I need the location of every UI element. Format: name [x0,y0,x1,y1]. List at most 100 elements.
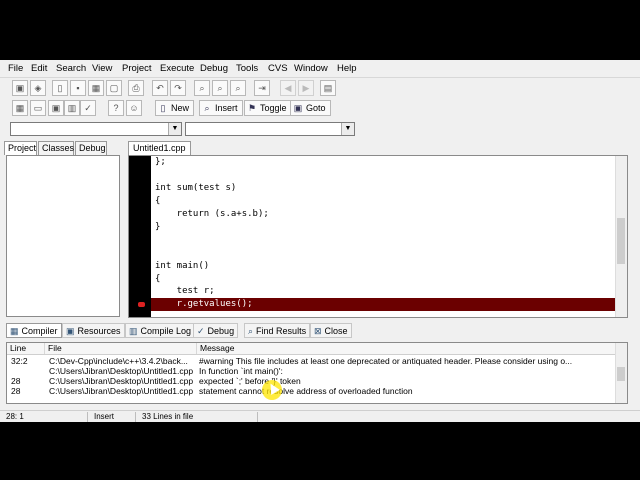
menu-search[interactable]: Search [56,63,86,74]
print-icon[interactable]: ⎙ [128,80,144,96]
tab-label: Close [324,326,348,336]
menu-help[interactable]: Help [337,63,357,74]
compiler-messages[interactable]: Line File Message 32:2 C:\Dev-Cpp\includ… [6,342,628,404]
goto-icon: ▣ [293,103,303,113]
tab-project[interactable]: Project [4,141,37,155]
toolbar-secondary: ▦ ▭ ▣ ▥ ✓ ? ☺ ▯ New ⌕ Insert ⚑ Toggle ▣ Goto [0,99,640,119]
save-icon[interactable]: ▪ [70,80,86,96]
help-icon[interactable]: ? [108,100,124,116]
close-button[interactable]: ⊠ Close [310,323,352,338]
menu-cvs[interactable]: CVS [268,63,288,74]
tab-compile-log[interactable]: ▥ Compile Log [125,323,196,338]
toggle-label: Toggle [260,103,287,113]
tab-label: Debug [207,326,235,336]
redo-icon[interactable]: ↷ [170,80,186,96]
column-message[interactable]: Message [197,343,617,354]
chevron-down-icon[interactable]: ▼ [341,123,354,135]
column-line[interactable]: Line [7,343,45,354]
member-combo[interactable]: ▼ [185,122,355,136]
project-panel[interactable] [6,155,120,317]
code-line: test r; [155,286,215,296]
new-file-icon[interactable]: ▯ [52,80,68,96]
new-button[interactable]: ▯ New [155,100,195,116]
cell-file: C:\Users\Jibran\Desktop\Untitled1.cpp [49,386,194,396]
tab-label: Resources [77,326,121,336]
menu-project[interactable]: Project [122,63,152,74]
editor-gutter[interactable] [129,156,151,317]
tab-debug-left[interactable]: Debug [75,141,107,155]
menu-debug[interactable]: Debug [200,63,228,74]
menu-tools[interactable]: Tools [236,63,258,74]
menu-edit[interactable]: Edit [31,63,47,74]
status-position: 28: 1 [2,412,88,422]
new-label: New [171,103,190,113]
resources-icon: ▣ [66,326,75,336]
compile-run-icon[interactable]: ▣ [48,100,64,116]
code-editor[interactable]: }; int sum(test s) { return (s.a+s.b); }… [128,155,628,318]
tab-label: Find Results [256,326,307,336]
tab-classes[interactable]: Classes [38,141,74,155]
status-lines: 33 Lines in file [138,412,258,422]
messages-header: Line File Message [7,343,617,355]
insert-icon: ⌕ [204,103,210,113]
error-marker-icon [138,302,145,307]
insert-label: Insert [215,103,238,113]
close-file-icon[interactable]: ▢ [106,80,122,96]
check-icon: ✓ [197,326,205,336]
status-mode: Insert [90,412,136,422]
tab-find-results[interactable]: ⌕ Find Results [244,323,311,338]
tab-compiler[interactable]: ▦ Compiler [6,323,62,338]
menu-execute[interactable]: Execute [160,63,194,74]
menu-view[interactable]: View [92,63,112,74]
cell-line: 28 [11,386,21,396]
error-highlight-line[interactable]: r.getvalues(); [151,298,617,311]
goto-label: Goto [306,103,326,113]
toggle-button[interactable]: ⚑ Toggle [244,100,292,116]
find-icon: ⌕ [248,326,254,336]
column-file[interactable]: File [45,343,197,354]
find-next-icon[interactable]: ⌕ [212,80,228,96]
compile-icon-2[interactable]: ▦ [12,100,28,116]
bottom-tabs: ▦ Compiler ▣ Resources ▥ Compile Log ✓ Debug… [0,321,640,339]
goto-line-icon[interactable]: ⇥ [254,80,270,96]
scrollbar-thumb[interactable] [617,367,625,381]
find-icon[interactable]: ⌕ [194,80,210,96]
tab-debug[interactable]: ✓ Debug [193,323,239,338]
about-icon[interactable]: ☺ [126,100,142,116]
replace-icon[interactable]: ⌕ [230,80,246,96]
error-code-line: r.getvalues(); [155,299,253,309]
code-line: int sum(test s) [155,183,237,193]
toggle-icon: ⚑ [247,103,257,113]
run-icon[interactable]: ▭ [30,100,46,116]
messages-scrollbar[interactable] [615,343,627,403]
toolbar-main: ▣ ◈ ▯ ▪ ▦ ▢ ⎙ ↶ ↷ ⌕ ⌕ ⌕ ⇥ ◀ ▶ ▤ [0,79,640,99]
save-all-icon[interactable]: ▦ [88,80,104,96]
close-icon: ⊠ [314,326,322,336]
tab-label: Compile Log [140,326,192,336]
menu-file[interactable]: File [8,63,23,74]
tab-resources[interactable]: ▣ Resources [62,323,125,338]
table-row[interactable]: 28 C:\Users\Jibran\Desktop\Untitled1.cpp… [7,386,617,397]
undo-icon[interactable]: ↶ [152,80,168,96]
next-bookmark-icon[interactable]: ▶ [298,80,314,96]
goto-button[interactable]: ▣ Goto [290,100,331,116]
menu-window[interactable]: Window [294,63,328,74]
prev-bookmark-icon[interactable]: ◀ [280,80,296,96]
editor-scrollbar[interactable] [615,156,627,317]
compiler-icon: ▦ [10,326,19,336]
rebuild-icon[interactable]: ▥ [64,100,80,116]
ide-window: File Edit Search View Project Execute De… [0,60,640,422]
compile-icon[interactable]: ▤ [320,80,336,96]
scrollbar-thumb[interactable] [617,218,625,264]
menu-bar: File Edit Search View Project Execute De… [0,60,640,78]
new-icon: ▯ [160,103,166,113]
class-combo[interactable]: ▼ [10,122,182,136]
check-icon[interactable]: ✓ [80,100,96,116]
class-browser-icon[interactable]: ◈ [30,80,46,96]
open-project-icon[interactable]: ▣ [12,80,28,96]
chevron-down-icon[interactable]: ▼ [168,123,181,135]
insert-button[interactable]: ⌕ Insert [199,100,243,116]
tab-untitled1[interactable]: Untitled1.cpp [128,141,191,155]
code-line: } [155,222,161,232]
code-line: }; [155,157,166,167]
